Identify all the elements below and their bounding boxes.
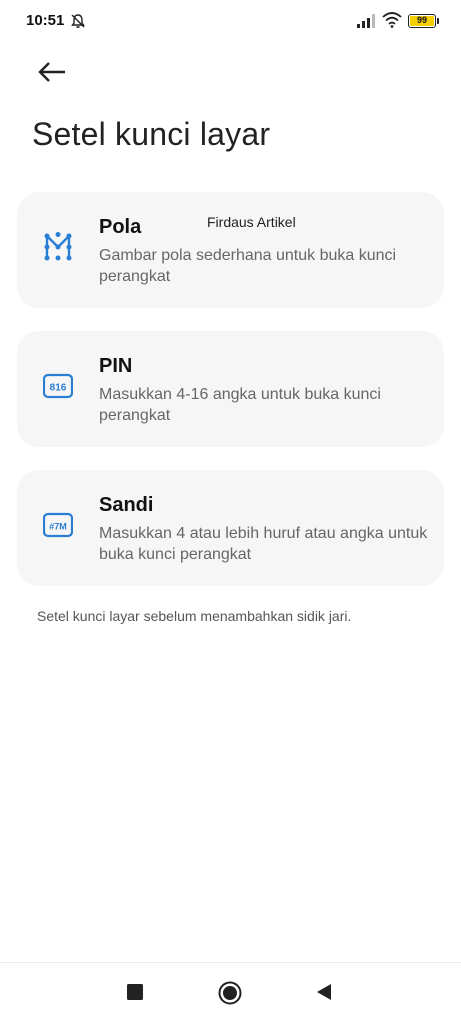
home-circle-icon [218, 981, 242, 1005]
lock-screen-setup-screen: 10:51 99 Setel kunci layar Pola Gambar p… [0, 0, 461, 1024]
battery-tip [437, 18, 439, 24]
option-title: Sandi [99, 494, 154, 516]
recents-button[interactable] [126, 983, 144, 1006]
bell-off-icon [71, 14, 85, 28]
option-pin[interactable]: 816 PIN Masukkan 4-16 angka untuk buka k… [17, 331, 444, 447]
option-title: Pola [99, 216, 142, 238]
option-password[interactable]: #7M Sandi Masukkan 4 atau lebih huruf at… [17, 470, 444, 586]
recents-square-icon [127, 984, 143, 1000]
home-button[interactable] [218, 981, 242, 1010]
password-icon: #7M [43, 512, 73, 538]
back-triangle-icon [317, 984, 331, 1000]
pin-icon-text: 816 [50, 383, 67, 394]
navigation-bar [0, 962, 461, 1024]
battery-level: 99 [410, 16, 434, 26]
wifi-icon [382, 12, 402, 28]
option-title: PIN [99, 355, 133, 377]
status-bar: 10:51 99 [0, 0, 461, 44]
option-description: Masukkan 4-16 angka untuk buka kunci per… [99, 386, 381, 424]
pin-icon: 816 [43, 373, 73, 399]
footer-note: Setel kunci layar sebelum menambahkan si… [37, 608, 352, 624]
battery-icon: 99 [408, 14, 436, 28]
option-description: Masukkan 4 atau lebih huruf atau angka u… [99, 525, 428, 563]
signal-icon [357, 14, 375, 28]
status-time: 10:51 [26, 12, 65, 29]
password-icon-text: #7M [49, 522, 67, 532]
option-description: Gambar pola sederhana untuk buka kunci p… [99, 247, 397, 285]
arrow-left-icon [38, 62, 65, 82]
option-pattern[interactable]: Pola Gambar pola sederhana untuk buka ku… [17, 192, 444, 308]
watermark-text: Firdaus Artikel [207, 214, 296, 230]
nav-back-button[interactable] [315, 983, 333, 1006]
back-button[interactable] [34, 58, 70, 86]
pattern-icon [44, 232, 72, 261]
page-title: Setel kunci layar [32, 116, 271, 152]
